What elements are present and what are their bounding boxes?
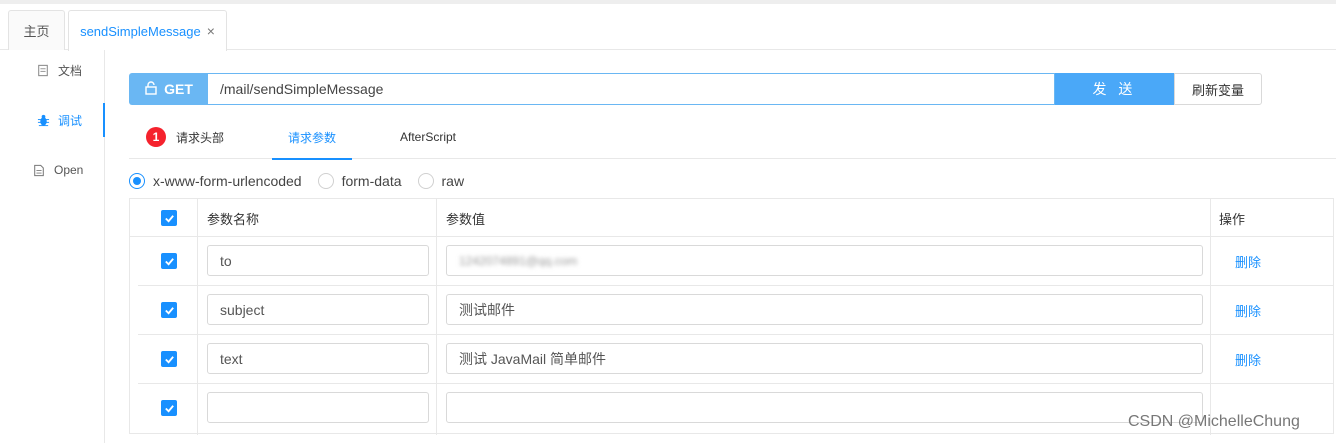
radio-label: raw bbox=[441, 173, 465, 189]
radio-unselected-icon bbox=[317, 173, 334, 189]
table-row: text 测试 JavaMail 简单邮件 删除 bbox=[138, 335, 1333, 384]
delete-button[interactable]: 删除 bbox=[1235, 286, 1261, 335]
radio-label: x-www-form-urlencoded bbox=[153, 173, 302, 189]
sidebar-item-label: Open bbox=[54, 163, 84, 177]
delete-button[interactable]: 删除 bbox=[1235, 237, 1261, 286]
param-name-input[interactable]: text bbox=[207, 343, 429, 374]
param-value-input[interactable]: 测试邮件 bbox=[446, 294, 1203, 325]
request-subtabs: 1 请求头部 请求参数 AfterScript bbox=[129, 115, 1336, 160]
tab-send-simple-message[interactable]: sendSimpleMessage × bbox=[68, 10, 227, 51]
send-button[interactable]: 发 送 bbox=[1055, 73, 1174, 105]
radio-raw[interactable]: raw bbox=[417, 173, 465, 189]
delete-button[interactable]: 删除 bbox=[1235, 335, 1261, 384]
check-icon bbox=[164, 355, 174, 364]
radio-unselected-icon bbox=[417, 173, 434, 189]
file-icon bbox=[32, 163, 46, 177]
check-icon bbox=[164, 306, 174, 315]
param-value-input[interactable]: 1242074891@qq.com bbox=[446, 245, 1203, 276]
row-checkbox[interactable] bbox=[161, 253, 177, 269]
tab-request-params[interactable]: 请求参数 bbox=[272, 115, 352, 160]
sidebar-item-label: 调试 bbox=[58, 113, 83, 128]
param-name-input[interactable]: subject bbox=[207, 294, 429, 325]
table-row: to 1242074891@qq.com 删除 bbox=[138, 237, 1333, 286]
close-icon[interactable]: × bbox=[207, 23, 215, 39]
tab-bar: 主页 sendSimpleMessage × bbox=[0, 4, 1336, 51]
row-checkbox[interactable] bbox=[161, 302, 177, 318]
refresh-variables-button[interactable]: 刷新变量 bbox=[1174, 73, 1262, 105]
tab-home-label: 主页 bbox=[23, 24, 50, 39]
sidebar-item-docs[interactable]: 文档 bbox=[0, 50, 104, 90]
radio-selected-icon bbox=[129, 173, 145, 189]
select-all-checkbox[interactable] bbox=[161, 210, 177, 226]
sidebar-item-label: 文档 bbox=[58, 63, 83, 78]
bug-icon bbox=[36, 113, 50, 127]
check-icon bbox=[164, 214, 174, 223]
tab-after-script[interactable]: AfterScript bbox=[400, 115, 456, 159]
param-value-text: 1242074891@qq.com bbox=[459, 253, 578, 268]
param-value-input[interactable]: 测试 JavaMail 简单邮件 bbox=[446, 343, 1203, 374]
url-input[interactable]: /mail/sendSimpleMessage bbox=[208, 73, 1055, 105]
body-type-radio-group: x-www-form-urlencoded form-data raw bbox=[129, 171, 480, 191]
param-name-input[interactable]: to bbox=[207, 245, 429, 276]
tab-active-label: sendSimpleMessage bbox=[80, 23, 201, 39]
tab-after-script-label: AfterScript bbox=[400, 130, 457, 144]
unlock-icon bbox=[144, 80, 158, 98]
radio-form-data[interactable]: form-data bbox=[317, 173, 402, 189]
radio-urlencoded[interactable]: x-www-form-urlencoded bbox=[129, 173, 302, 189]
method-label: GET bbox=[164, 81, 193, 97]
row-checkbox[interactable] bbox=[161, 351, 177, 367]
table-header: 参数名称 参数值 操作 bbox=[130, 199, 1333, 237]
tab-home[interactable]: 主页 bbox=[8, 10, 65, 50]
table-row: subject 测试邮件 删除 bbox=[138, 286, 1333, 335]
method-selector[interactable]: GET bbox=[129, 73, 208, 105]
request-bar: GET /mail/sendSimpleMessage 发 送 刷新变量 bbox=[129, 73, 1262, 105]
tab-request-headers[interactable]: 1 请求头部 bbox=[146, 115, 224, 159]
document-icon bbox=[36, 63, 50, 77]
tab-request-params-label: 请求参数 bbox=[287, 130, 336, 145]
sidebar-item-debug[interactable]: 调试 bbox=[0, 100, 105, 140]
header-param-value: 参数值 bbox=[446, 211, 486, 227]
param-value-input[interactable] bbox=[446, 392, 1203, 423]
watermark: CSDN @MichelleChung bbox=[1128, 413, 1300, 430]
tab-request-headers-label: 请求头部 bbox=[176, 130, 225, 145]
headers-count-badge: 1 bbox=[146, 127, 166, 147]
param-name-input[interactable] bbox=[207, 392, 429, 423]
header-param-name: 参数名称 bbox=[207, 211, 260, 227]
radio-label: form-data bbox=[341, 173, 402, 189]
check-icon bbox=[164, 404, 174, 413]
header-action: 操作 bbox=[1219, 211, 1246, 227]
row-checkbox[interactable] bbox=[161, 400, 177, 416]
params-table: 参数名称 参数值 操作 to 1242074891@qq.com 删除 subj… bbox=[129, 198, 1334, 435]
check-icon bbox=[164, 257, 174, 266]
sidebar: 文档 调试 Open bbox=[0, 50, 105, 443]
sidebar-item-open[interactable]: Open bbox=[0, 150, 104, 190]
